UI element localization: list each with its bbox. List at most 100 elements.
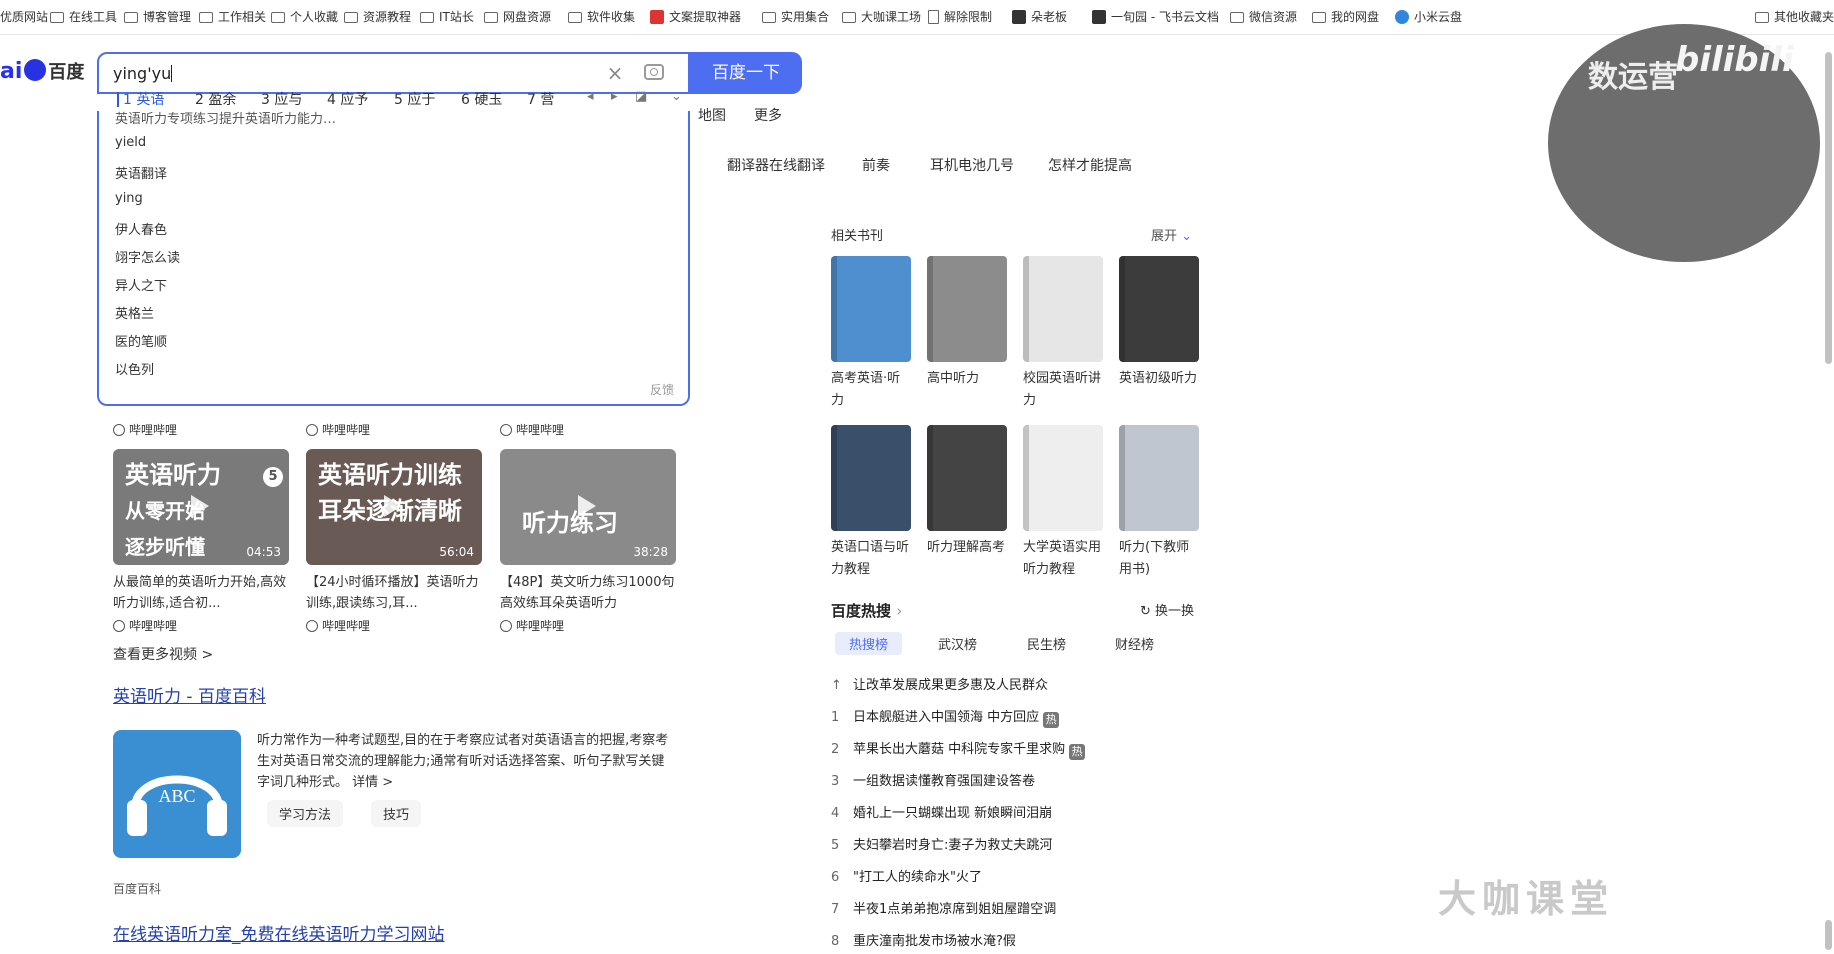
hot-tab[interactable]: 武汉榜 xyxy=(938,634,977,653)
suggestion-item[interactable]: yield xyxy=(115,135,146,150)
hot-tab[interactable]: 热搜榜 xyxy=(835,632,903,655)
book-cover[interactable] xyxy=(1023,425,1103,531)
video-thumbnail[interactable]: 英语听力 从零开始 逐步听懂 5 04:53 xyxy=(113,449,289,565)
bookmark-item[interactable]: 文案提取神器 xyxy=(650,8,741,26)
suggestion-partial[interactable]: 英语听力专项练习提升英语听力能力… xyxy=(115,111,336,127)
book-cover[interactable] xyxy=(1119,256,1199,362)
bookmark-item[interactable]: 个人收藏 xyxy=(271,8,338,26)
bookmark-item[interactable]: 我的网盘 xyxy=(1312,8,1379,26)
book-title-link[interactable]: 校园英语听讲力 xyxy=(1023,368,1105,412)
camera-icon[interactable] xyxy=(644,64,664,80)
related-search-link[interactable]: 怎样才能提高 xyxy=(1048,155,1132,175)
video-thumbnail[interactable]: 英语听力训练 耳朵逐渐清晰 56:04 xyxy=(306,449,482,565)
video-title-link[interactable]: 【24小时循环播放】英语听力训练,跟读练习,耳... xyxy=(306,572,484,614)
clear-icon[interactable]: × xyxy=(605,63,625,83)
hot-list-item[interactable]: 6 "打工人的续命水"火了 xyxy=(831,866,982,885)
video-thumbnail[interactable]: 听力练习 38:28 xyxy=(500,449,676,565)
bookmark-item[interactable]: 资源教程 xyxy=(344,8,411,26)
bookmark-item[interactable]: 博客管理 xyxy=(124,8,191,26)
suggestion-item[interactable]: ying xyxy=(115,191,143,206)
hot-list-item[interactable]: 1 日本舰艇进入中国领海 中方回应热 xyxy=(831,706,1060,728)
hot-list-item[interactable]: 8 重庆潼南批发市场被水淹?假 xyxy=(831,930,1016,949)
bookmark-item[interactable]: 大咖课工场 xyxy=(842,8,921,26)
bookmark-item[interactable]: 解除限制 xyxy=(928,8,992,26)
bookmark-item[interactable]: 微信资源 xyxy=(1230,8,1297,26)
suggestion-item[interactable]: 异人之下 xyxy=(115,275,167,294)
book-cover[interactable] xyxy=(927,256,1007,362)
hot-search-heading[interactable]: 百度热搜 › xyxy=(831,600,902,621)
result-title-link[interactable]: 在线英语听力室_免费在线英语听力学习网站 xyxy=(113,920,445,945)
related-search-link[interactable]: 耳机电池几号 xyxy=(930,155,1014,175)
tab-more[interactable]: 更多 xyxy=(754,105,782,125)
pill-tips[interactable]: 技巧 xyxy=(371,800,422,827)
book-cover[interactable] xyxy=(831,425,911,531)
book-cover[interactable] xyxy=(927,425,1007,531)
tab-map[interactable]: 地图 xyxy=(698,105,726,125)
book-title-link[interactable]: 英语初级听力 xyxy=(1119,368,1201,390)
related-search-link[interactable]: 前奏 xyxy=(862,155,890,175)
bookmark-item[interactable]: 朵老板 xyxy=(1012,8,1067,26)
bookmark-item[interactable]: 小米云盘 xyxy=(1395,8,1462,26)
book-cover[interactable] xyxy=(831,256,911,362)
bookmark-item[interactable]: 实用集合 xyxy=(762,8,829,26)
ime-candidate[interactable]: 6 硬玉 xyxy=(461,89,502,109)
bilibili-icon xyxy=(113,620,125,632)
book-cover[interactable] xyxy=(1023,256,1103,362)
bookmark-item[interactable]: 一旬园 - 飞书云文档 xyxy=(1092,8,1219,26)
baidu-logo[interactable]: ai 百度 xyxy=(0,58,84,84)
ime-candidate[interactable]: 1 英语 xyxy=(123,89,164,109)
expand-icon[interactable]: ⌄ xyxy=(671,89,682,104)
prev-page-icon[interactable]: ◂ xyxy=(587,89,594,104)
bookmark-item[interactable]: 其他收藏夹 xyxy=(1755,8,1834,26)
feedback-link[interactable]: 反馈 xyxy=(650,381,674,398)
book-title-link[interactable]: 大学英语实用听力教程 xyxy=(1023,537,1105,581)
more-videos-link[interactable]: 查看更多视频 > xyxy=(113,644,213,664)
search-input[interactable]: ying'yu xyxy=(113,64,173,83)
ime-candidate[interactable]: 4 应予 xyxy=(327,89,368,109)
suggestion-item[interactable]: 英格兰 xyxy=(115,303,154,322)
hot-tab[interactable]: 财经榜 xyxy=(1115,634,1154,653)
video-title-link[interactable]: 从最简单的英语听力开始,高效听力训练,适合初... xyxy=(113,572,291,614)
skin-icon[interactable]: ◪ xyxy=(635,89,647,104)
scrollbar-thumb[interactable] xyxy=(1825,52,1832,364)
hot-list-item[interactable]: 7 半夜1点弟弟抱凉席到姐姐屋蹭空调 xyxy=(831,898,1056,917)
hot-tab[interactable]: 民生榜 xyxy=(1027,634,1066,653)
book-cover[interactable] xyxy=(1119,425,1199,531)
bookmark-item[interactable]: 在线工具 xyxy=(50,8,117,26)
book-title-link[interactable]: 英语口语与听力教程 xyxy=(831,537,913,581)
suggestion-item[interactable]: 医的笔顺 xyxy=(115,331,167,350)
ime-candidate[interactable]: 2 盈余 xyxy=(195,89,236,109)
hot-list-item[interactable]: 3 一组数据读懂教育强国建设答卷 xyxy=(831,770,1035,789)
scrollbar-thumb-bottom[interactable] xyxy=(1825,920,1832,950)
suggestion-item[interactable]: 翊字怎么读 xyxy=(115,247,180,266)
ime-candidate[interactable]: 3 应与 xyxy=(261,89,302,109)
bookmark-item[interactable]: 网盘资源 xyxy=(484,8,551,26)
ime-candidate[interactable]: 5 应于 xyxy=(394,89,435,109)
book-title-link[interactable]: 听力理解高考 xyxy=(927,537,1009,559)
hot-list-item[interactable]: 4 婚礼上一只蝴蝶出现 新娘瞬间泪崩 xyxy=(831,802,1052,821)
search-button[interactable]: 百度一下 xyxy=(690,52,802,94)
bookmark-item[interactable]: 优质网站 xyxy=(0,8,48,26)
suggestion-item[interactable]: 以色列 xyxy=(115,359,154,378)
books-expand-button[interactable]: 展开 ⌄ xyxy=(1151,225,1192,244)
related-search-link[interactable]: 翻译器在线翻译 xyxy=(727,155,825,175)
bookmark-item[interactable]: IT站长 xyxy=(420,8,474,26)
bookmark-item[interactable]: 软件收集 xyxy=(568,8,635,26)
hot-list-item[interactable]: 2 苹果长出大蘑菇 中科院专家千里求购热 xyxy=(831,738,1086,760)
book-title-link[interactable]: 高考英语·听力 xyxy=(831,368,913,412)
baike-image[interactable]: ABC xyxy=(113,730,241,858)
video-title-link[interactable]: 【48P】英文听力练习1000句高效练耳朵英语听力 xyxy=(500,572,678,614)
refresh-button[interactable]: ↻ 换一换 xyxy=(1140,600,1194,619)
pill-learning-method[interactable]: 学习方法 xyxy=(267,800,344,827)
bookmark-item[interactable]: 工作相关 xyxy=(199,8,266,26)
book-title-link[interactable]: 听力(下教师用书) xyxy=(1119,537,1201,581)
hot-list-item[interactable]: ↑ 让改革发展成果更多惠及人民群众 xyxy=(831,674,1048,693)
book-title-link[interactable]: 高中听力 xyxy=(927,368,1009,390)
ime-candidate[interactable]: 7 营 xyxy=(527,89,554,109)
next-page-icon[interactable]: ▸ xyxy=(611,89,618,104)
suggestion-item[interactable]: 英语翻译 xyxy=(115,163,167,182)
suggestion-item[interactable]: 伊人春色 xyxy=(115,219,167,238)
hot-list-item[interactable]: 5 夫妇攀岩时身亡:妻子为救丈夫跳河 xyxy=(831,834,1052,853)
baike-detail-link[interactable]: 详情 > xyxy=(352,775,393,790)
baike-title-link[interactable]: 英语听力 - 百度百科 xyxy=(113,682,266,707)
